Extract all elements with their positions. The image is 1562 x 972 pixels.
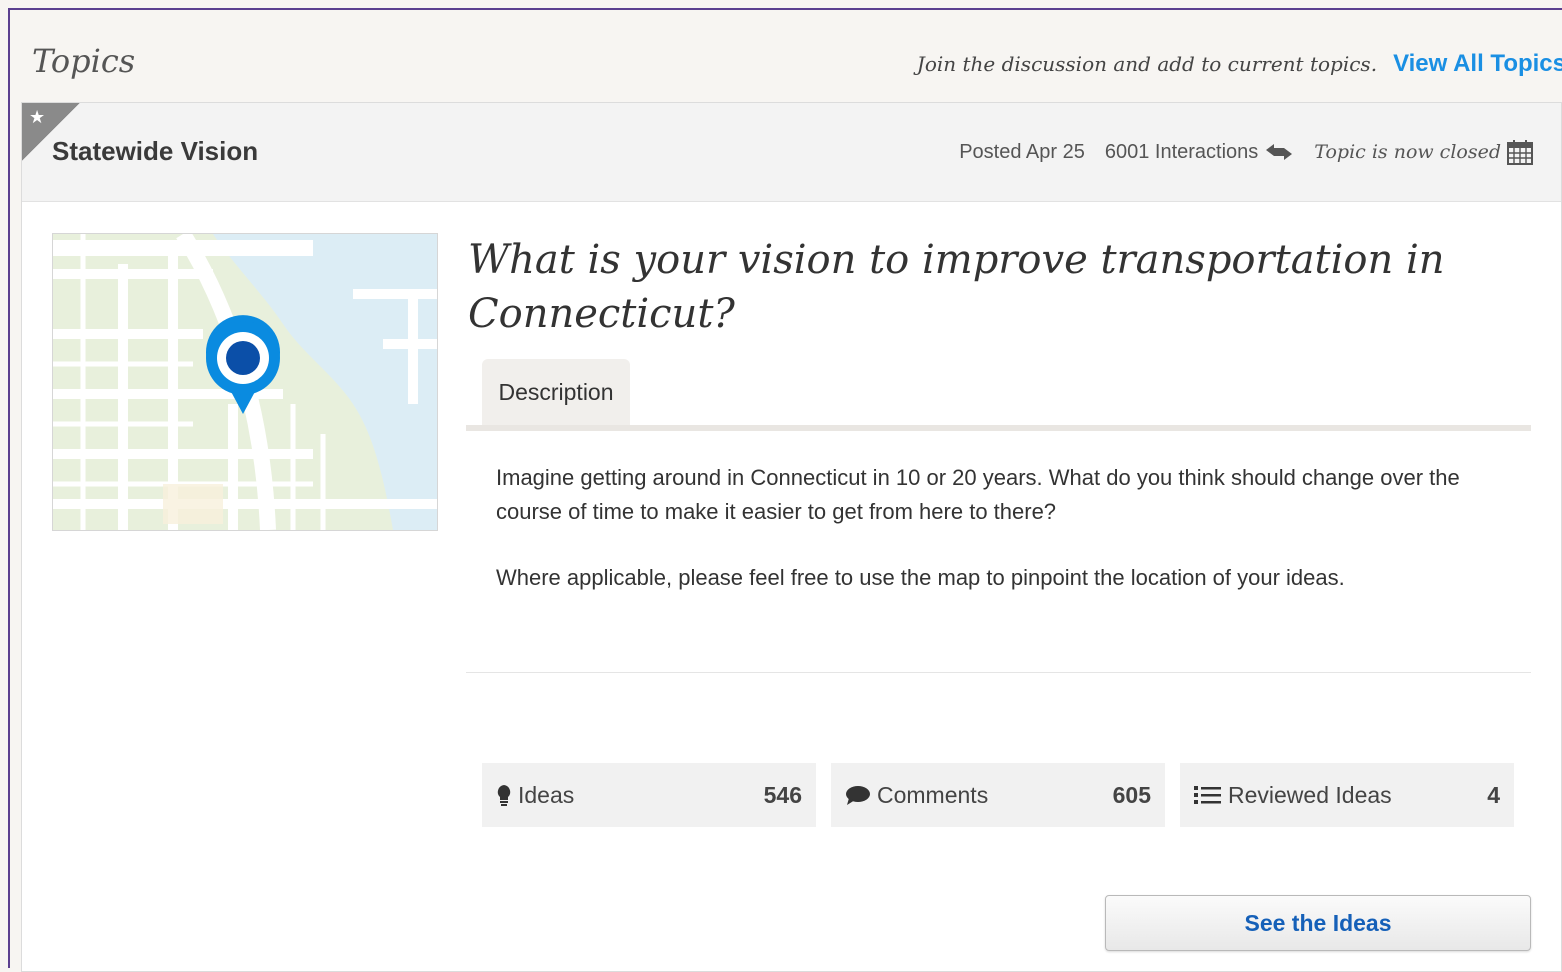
topic-description: Imagine getting around in Connecticut in… [496, 461, 1516, 627]
stat-label: Comments [877, 781, 989, 808]
topic-status: Topic is now closed [1314, 139, 1533, 165]
page-title: Topics [32, 42, 136, 80]
arrows-exchange-icon [1266, 144, 1293, 160]
topic-question: What is your vision to improve transport… [468, 237, 1445, 337]
interactions-count: 6001 Interactions [1105, 141, 1294, 164]
stat-comments[interactable]: Comments 605 [831, 763, 1165, 827]
interactions-label: 6001 Interactions [1104, 140, 1259, 163]
description-paragraph: Where applicable, please feel free to us… [496, 565, 1345, 590]
stat-label: Ideas [518, 781, 575, 808]
topic-meta: Posted Apr 25 6001 Interactions Topic is… [959, 139, 1533, 165]
topic-card-header: ★ Statewide Vision Posted Apr 25 6001 In… [22, 103, 1561, 202]
description-paragraph: Imagine getting around in Connecticut in… [496, 465, 1460, 524]
star-icon: ★ [29, 107, 46, 127]
topic-title[interactable]: Statewide Vision [52, 136, 258, 167]
stat-count: 605 [1112, 781, 1151, 808]
status-label: Topic is now closed [1314, 141, 1501, 163]
divider [466, 672, 1531, 673]
view-all-topics-link[interactable]: View All Topics [1393, 50, 1562, 78]
stat-ideas[interactable]: Ideas 546 [482, 763, 816, 827]
map-thumbnail[interactable] [52, 233, 438, 531]
tab-description[interactable]: Description [482, 359, 630, 425]
see-the-ideas-button[interactable]: See the Ideas [1105, 895, 1531, 951]
posted-date: Posted Apr 25 [959, 140, 1085, 163]
tab-bar: Description [466, 359, 1531, 431]
stat-count: 4 [1487, 781, 1500, 808]
stat-reviewed-ideas[interactable]: Reviewed Ideas 4 [1180, 763, 1514, 827]
map-illustration [53, 234, 437, 530]
comment-icon [846, 786, 870, 805]
calendar-icon [1507, 140, 1533, 165]
tagline: Join the discussion and add to current t… [916, 52, 1378, 76]
lightbulb-icon [497, 785, 511, 806]
stat-label: Reviewed Ideas [1228, 781, 1392, 808]
topic-stats: Ideas 546 Comments 605 Reviewed Ideas 4 [482, 763, 1514, 827]
list-icon [1194, 786, 1221, 804]
tab-underline [466, 425, 1531, 431]
stat-count: 546 [763, 781, 802, 808]
topic-card: ★ Statewide Vision Posted Apr 25 6001 In… [21, 102, 1562, 972]
header-actions: Join the discussion and add to current t… [917, 50, 1562, 78]
